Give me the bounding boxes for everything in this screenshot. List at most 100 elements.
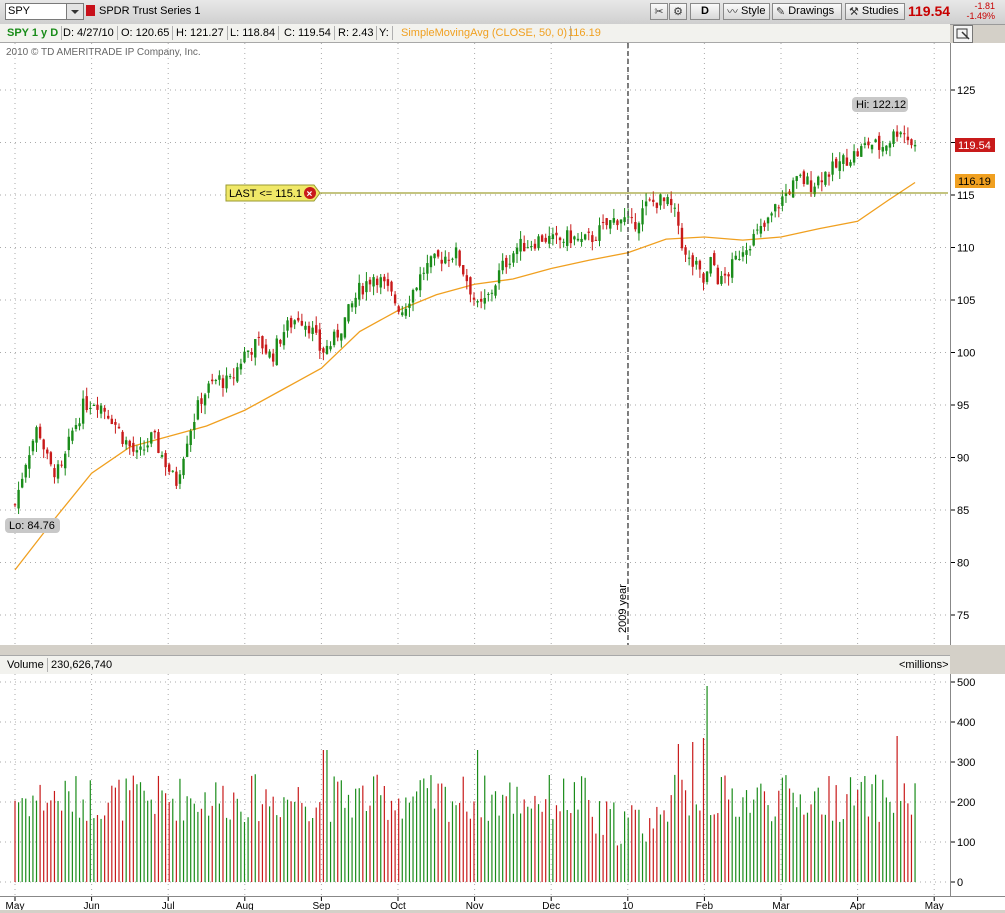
candle-body xyxy=(236,367,239,382)
price-tag: 119.54 xyxy=(955,138,995,152)
candle-body xyxy=(558,237,562,241)
candle-body xyxy=(720,275,723,284)
candle-body xyxy=(591,235,594,242)
candle-body xyxy=(870,144,874,150)
candle-body xyxy=(304,325,307,330)
candle-body xyxy=(361,286,365,295)
last-price: 119.54 xyxy=(908,3,951,19)
candle-body xyxy=(228,376,232,378)
candle-body xyxy=(444,256,447,264)
candle-body xyxy=(124,440,128,445)
candle-body xyxy=(225,375,228,389)
symbol-lookup-button[interactable] xyxy=(66,3,84,20)
candle-body xyxy=(605,218,608,226)
candle-body xyxy=(157,432,160,453)
candle-body xyxy=(781,196,784,206)
symbol-input[interactable]: SPY xyxy=(5,3,69,20)
chart-period[interactable]: SPY 1 y D xyxy=(4,26,63,40)
candle-body xyxy=(723,273,727,276)
candle-body xyxy=(497,270,501,284)
price-tag-label: 119.54 xyxy=(958,140,991,152)
candle-body xyxy=(505,257,508,268)
candle-body xyxy=(121,431,124,444)
candle-body xyxy=(530,246,533,248)
price-chart[interactable]: 2010 © TD AMERITRADE IP Company, Inc. 20… xyxy=(0,43,950,645)
volume-axis-label: 300 xyxy=(957,757,975,769)
candle-body xyxy=(673,207,676,209)
candle-body xyxy=(81,398,85,424)
volume-axis[interactable]: 0 100 200 300 400 500 xyxy=(950,674,1005,896)
price-axis-label: 110 xyxy=(957,243,975,255)
candle-body xyxy=(903,133,906,135)
hi-bubble: Hi: 122.12 xyxy=(852,97,908,112)
candle-body xyxy=(795,176,798,181)
alert-flag[interactable]: LAST <= 115.1 × xyxy=(225,184,321,202)
candle-body xyxy=(594,239,598,241)
candle-body xyxy=(609,220,612,229)
candle-body xyxy=(655,202,659,208)
candle-body xyxy=(799,174,802,176)
candle-body xyxy=(752,233,755,246)
candle-body xyxy=(562,241,565,243)
candle-body xyxy=(652,199,655,202)
candle-body xyxy=(881,147,884,152)
candle-body xyxy=(243,351,246,363)
studies-label: Studies xyxy=(861,5,899,17)
candle-body xyxy=(874,139,877,143)
candle-body xyxy=(913,144,917,147)
study-value: 116.19 xyxy=(568,27,601,39)
candle-body xyxy=(730,259,734,278)
candle-body xyxy=(763,222,766,227)
studies-button[interactable]: ⚒ Studies xyxy=(845,3,905,20)
alert-delete-glyph: × xyxy=(307,189,313,200)
candle-body xyxy=(56,464,60,479)
time-axis[interactable]: May Jun Jul Aug Sep Oct Nov Dec 10 Feb Mar Apr May xyxy=(0,896,1005,912)
candle-body xyxy=(193,422,196,430)
candle-body xyxy=(766,217,770,224)
aggregation-button[interactable]: D xyxy=(690,3,720,20)
candle-body xyxy=(644,201,648,207)
price-axis[interactable]: 7580859095100105110115120125 119.54 116.… xyxy=(925,43,1005,645)
volume-units: <millions> xyxy=(899,659,949,671)
candle-body xyxy=(436,250,440,257)
candle-body xyxy=(540,235,544,242)
price-axis-svg: 7580859095100105110115120125 119.54 116.… xyxy=(925,85,995,622)
volume-chart[interactable] xyxy=(0,674,950,896)
candle-body xyxy=(849,162,852,166)
candle-body xyxy=(422,272,425,274)
candle-body xyxy=(318,329,321,351)
candle-body xyxy=(831,161,834,175)
candle-body xyxy=(601,221,605,223)
scissors-icon[interactable]: ✂ xyxy=(650,3,668,20)
candle-body xyxy=(146,445,149,448)
candle-body xyxy=(268,351,271,358)
candle-body xyxy=(336,329,339,338)
candle-body xyxy=(910,139,913,146)
volume-axis-label: 400 xyxy=(957,717,975,729)
candle-body xyxy=(741,252,745,257)
candle-body xyxy=(494,285,497,296)
cursor-settings-icon[interactable] xyxy=(953,25,973,43)
lo-bubble: Lo: 84.76 xyxy=(5,518,60,533)
candle-body xyxy=(311,327,314,334)
candle-body xyxy=(282,332,286,346)
study-label[interactable]: SimpleMovingAvg (CLOSE, 50, 0) xyxy=(398,26,572,40)
candle-body xyxy=(809,180,813,193)
link-icon[interactable]: ⚙ xyxy=(669,3,687,20)
candle-body xyxy=(888,143,892,148)
year-marker-label: 2009 year xyxy=(617,584,629,633)
candle-body xyxy=(522,242,526,252)
sma-tag-label: 116.19 xyxy=(958,176,991,188)
candle-body xyxy=(153,430,157,433)
volume-header: Volume 230,626,740 <millions> xyxy=(0,655,950,675)
price-chart-svg: 2010 © TD AMERITRADE IP Company, Inc. 20… xyxy=(0,43,950,645)
candle-body xyxy=(397,306,400,312)
candle-body xyxy=(239,363,243,370)
drawings-button[interactable]: ✎ Drawings xyxy=(772,3,842,20)
style-button[interactable]: 〰 Style xyxy=(723,3,770,20)
bar-open: O: 120.65 xyxy=(118,26,174,40)
candle-body xyxy=(214,380,218,382)
price-axis-label: 95 xyxy=(957,400,969,412)
candle-body xyxy=(695,260,698,265)
candle-body xyxy=(46,449,49,454)
